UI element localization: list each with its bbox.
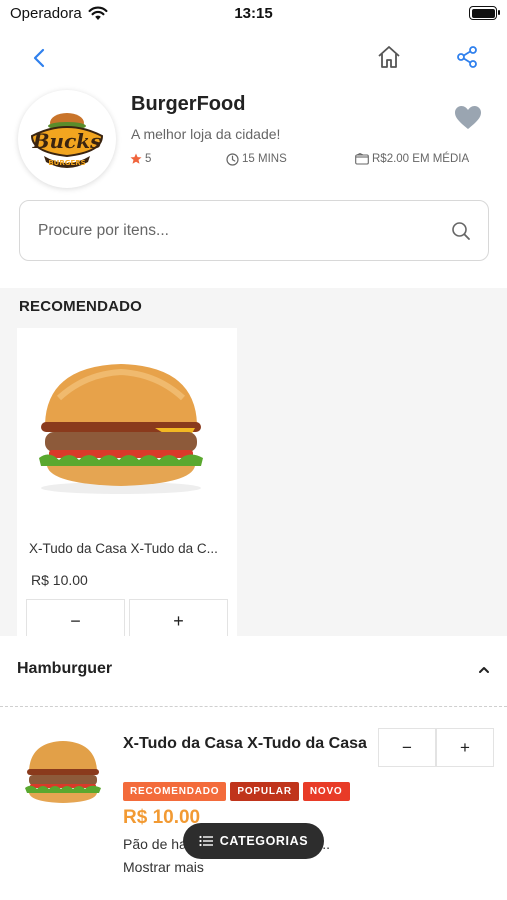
chevron-up-icon[interactable] <box>476 662 492 678</box>
store-tagline: A melhor loja da cidade! <box>131 126 281 142</box>
bucks-burgers-logo: Bucks BURGERS <box>30 113 104 168</box>
clock-time: 13:15 <box>234 5 273 22</box>
recommended-card[interactable]: X-Tudo da Casa X-Tudo da C... R$ 10.00 −… <box>17 328 237 636</box>
section-divider <box>0 706 507 707</box>
item-burger-image <box>25 741 101 803</box>
delivery-time-value: 15 MINS <box>242 153 287 165</box>
heart-icon[interactable] <box>454 105 482 131</box>
rating-info: 5 <box>130 151 151 167</box>
search-placeholder: Procure por itens... <box>38 222 169 239</box>
nav-bar <box>0 38 507 78</box>
item-price: R$ 10.00 <box>123 807 201 828</box>
burger-image <box>39 364 203 494</box>
rating-value: 5 <box>145 153 152 165</box>
increase-quantity-button[interactable]: + <box>129 599 228 636</box>
svg-text:BURGERS: BURGERS <box>48 159 85 167</box>
recommended-item-name: X-Tudo da Casa X-Tudo da C... <box>29 541 218 556</box>
badge-recommended: RECOMENDADO <box>123 782 227 801</box>
item-increase-button[interactable]: + <box>436 728 494 767</box>
search-icon[interactable] <box>450 220 472 242</box>
badge-popular: POPULAR <box>230 782 299 801</box>
store-logo: Bucks BURGERS <box>18 90 116 188</box>
category-title[interactable]: Hamburguer <box>17 660 112 678</box>
clock-icon <box>226 152 239 166</box>
delivery-time-info: 15 MINS <box>226 151 287 167</box>
battery-icon <box>469 6 500 20</box>
badge-new: NOVO <box>302 782 350 801</box>
share-icon[interactable] <box>454 44 480 70</box>
store-name: BurgerFood <box>131 93 246 115</box>
search-input[interactable]: Procure por itens... <box>19 200 489 261</box>
item-name[interactable]: X-Tudo da Casa X-Tudo da Casa <box>123 731 373 756</box>
list-icon <box>199 835 213 847</box>
recommended-title: RECOMENDADO <box>19 298 143 315</box>
avg-price-value: R$2.00 EM MÉDIA <box>372 153 470 165</box>
item-badges: RECOMENDADO POPULAR NOVO <box>123 782 350 801</box>
chevron-left-icon[interactable] <box>26 44 54 72</box>
categories-label: CATEGORIAS <box>219 834 309 848</box>
wallet-icon <box>355 153 369 165</box>
item-decrease-button[interactable]: − <box>378 728 436 767</box>
categories-button[interactable]: CATEGORIAS <box>183 823 324 859</box>
svg-text:Bucks: Bucks <box>32 129 102 153</box>
recommended-item-price: R$ 10.00 <box>31 572 88 588</box>
star-icon <box>130 153 142 164</box>
recommended-section: RECOMENDADO X-Tudo da Casa X-Tudo da C..… <box>0 288 507 636</box>
avg-price-info: R$2.00 EM MÉDIA <box>355 151 469 167</box>
show-more-link[interactable]: Mostrar mais <box>123 859 204 875</box>
decrease-quantity-button[interactable]: − <box>26 599 125 636</box>
home-icon[interactable] <box>374 42 404 72</box>
status-bar: Operadora 13:15 <box>0 0 507 30</box>
